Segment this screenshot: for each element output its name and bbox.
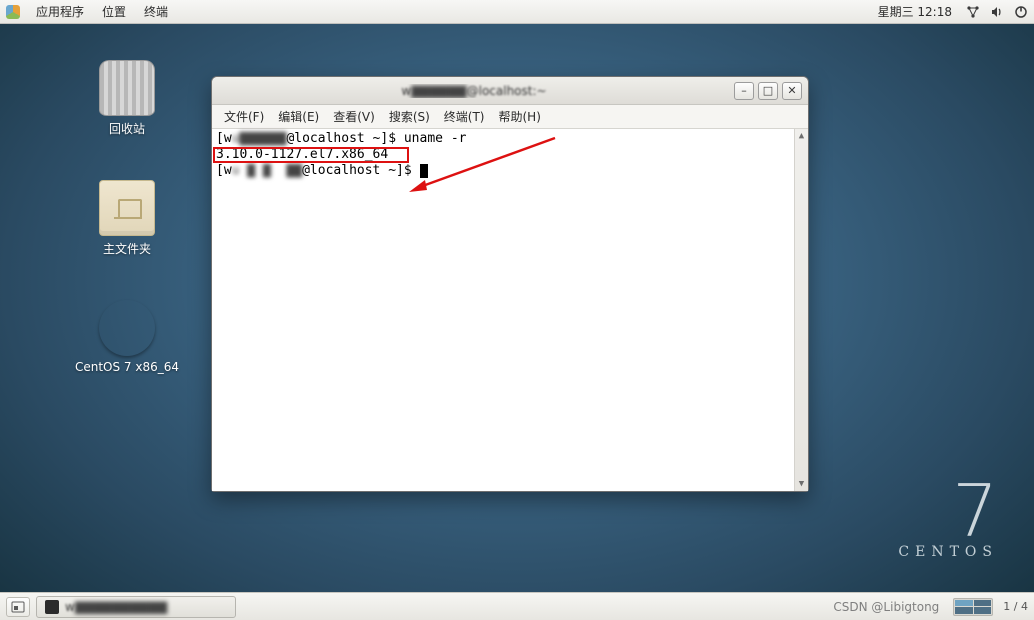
window-maximize-button[interactable]: □ <box>758 82 778 100</box>
desktop-icon-disc[interactable]: CentOS 7 x86_64 <box>72 300 182 374</box>
scroll-down-icon[interactable]: ▼ <box>795 477 808 491</box>
desktop-icon-home[interactable]: 主文件夹 <box>72 180 182 257</box>
desktop-icon-label: 主文件夹 <box>72 240 182 257</box>
optical-disc-icon <box>99 300 155 356</box>
centos-watermark: 7 CENTOS <box>898 479 998 560</box>
volume-icon[interactable] <box>990 5 1004 19</box>
csdn-watermark: CSDN @Libigtong <box>833 600 947 614</box>
folder-home-icon <box>99 180 155 236</box>
menu-terminal[interactable]: 终端(T) <box>438 106 491 127</box>
terminal-line: [wu ▇ ▇ ▇▇@localhost ~]$ <box>216 163 804 179</box>
desktop-icon-label: CentOS 7 x86_64 <box>72 360 182 374</box>
menu-search[interactable]: 搜索(S) <box>383 106 436 127</box>
menu-edit[interactable]: 编辑(E) <box>272 106 325 127</box>
show-desktop-button[interactable] <box>6 597 30 617</box>
workspace-4[interactable] <box>974 607 992 614</box>
menu-view[interactable]: 查看(V) <box>327 106 381 127</box>
window-minimize-button[interactable]: – <box>734 82 754 100</box>
centos-version: 7 <box>898 479 998 544</box>
terminal-cursor <box>420 164 428 178</box>
menu-terminal[interactable]: 终端 <box>140 3 172 20</box>
bottom-panel: w▇▇▇▇▇▇▇▇▇▇ CSDN @Libigtong 1 / 4 <box>0 592 1034 620</box>
clock-label[interactable]: 星期三 12:18 <box>874 3 956 20</box>
terminal-window: w▇▇▇▇▇▇@localhost:~ – □ ✕ 文件(F) 编辑(E) 查看… <box>211 76 809 492</box>
power-icon[interactable] <box>1014 5 1028 19</box>
workspace-2[interactable] <box>974 600 992 607</box>
workspace-3[interactable] <box>955 607 973 614</box>
menu-applications[interactable]: 应用程序 <box>32 3 88 20</box>
top-panel: 应用程序 位置 终端 星期三 12:18 <box>0 0 1034 24</box>
terminal-line-output: 3.10.0-1127.el7.x86_64 <box>216 147 804 163</box>
window-titlebar[interactable]: w▇▇▇▇▇▇@localhost:~ – □ ✕ <box>212 77 808 105</box>
terminal-icon <box>45 600 59 614</box>
taskbar-item-label: w▇▇▇▇▇▇▇▇▇▇ <box>65 600 167 614</box>
terminal-content[interactable]: [wu▇▇▇▇▇▇@localhost ~]$ uname -r 3.10.0-… <box>212 129 808 491</box>
workspace-1[interactable] <box>955 600 973 607</box>
desktop-icon-label: 回收站 <box>72 120 182 137</box>
workspace-page-label: 1 / 4 <box>999 600 1028 613</box>
distro-logo-icon <box>6 5 20 19</box>
centos-name: CENTOS <box>898 544 998 560</box>
terminal-menubar: 文件(F) 编辑(E) 查看(V) 搜索(S) 终端(T) 帮助(H) <box>212 105 808 129</box>
terminal-line: [wu▇▇▇▇▇▇@localhost ~]$ uname -r <box>216 131 804 147</box>
window-close-button[interactable]: ✕ <box>782 82 802 100</box>
window-title: w▇▇▇▇▇▇@localhost:~ <box>218 84 730 98</box>
scroll-track[interactable] <box>795 143 808 477</box>
menu-help[interactable]: 帮助(H) <box>493 106 547 127</box>
menu-file[interactable]: 文件(F) <box>218 106 270 127</box>
network-icon[interactable] <box>966 5 980 19</box>
taskbar-item-terminal[interactable]: w▇▇▇▇▇▇▇▇▇▇ <box>36 596 236 618</box>
trash-icon <box>99 60 155 116</box>
workspace-switcher[interactable] <box>953 598 993 616</box>
scroll-up-icon[interactable]: ▲ <box>795 129 808 143</box>
terminal-scrollbar[interactable]: ▲ ▼ <box>794 129 808 491</box>
menu-places[interactable]: 位置 <box>98 3 130 20</box>
desktop-icon-trash[interactable]: 回收站 <box>72 60 182 137</box>
